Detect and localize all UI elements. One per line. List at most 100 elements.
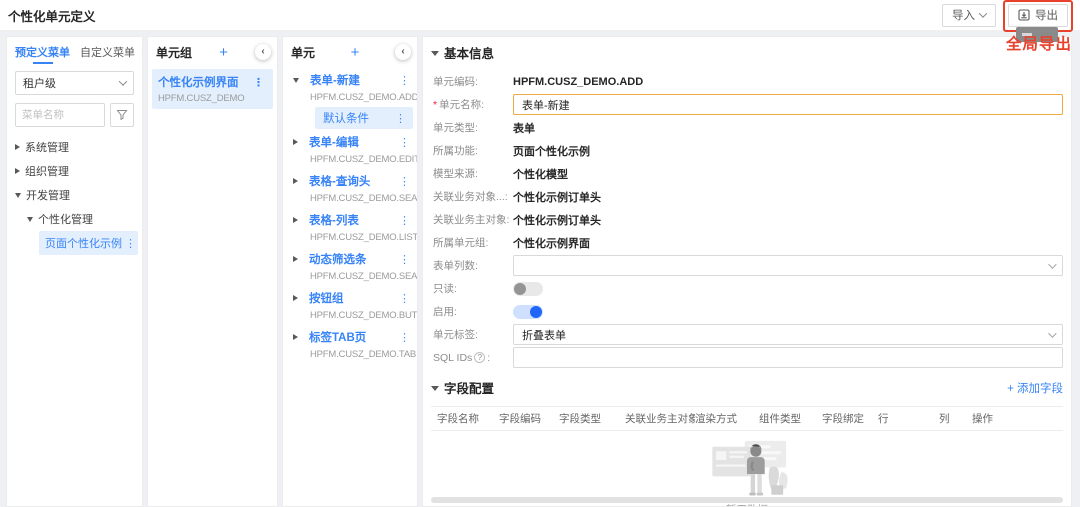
field-label: 单元类型: (433, 120, 513, 135)
tree-item-label: 个性化管理 (38, 211, 93, 227)
tree-item[interactable]: 开发管理 (7, 183, 142, 207)
collapse-panel-icon[interactable]: ‹ (395, 44, 411, 60)
field-config-title: 字段配置 (444, 378, 494, 397)
collapse-panel-icon[interactable]: ‹ (255, 44, 271, 60)
caret-right-icon (293, 217, 298, 223)
unit-item-row[interactable]: 动态筛选条 ⋮ (283, 248, 417, 270)
tab-custom-menu[interactable]: 自定义菜单 (80, 38, 135, 66)
more-icon[interactable]: ⋮ (396, 74, 413, 87)
caret-right-icon (15, 168, 20, 174)
column-header: 渲染方式 (695, 411, 759, 426)
add-unit-button[interactable]: + (351, 45, 360, 60)
field-label: 模型来源: (433, 166, 513, 181)
unit-item-name: 表单-新建 (310, 72, 360, 88)
more-icon[interactable]: ⋮ (396, 136, 413, 149)
unit-item-row[interactable]: 表单-编辑⋮ (283, 131, 417, 153)
unit-item-row[interactable]: 表格-查询头⋮ (283, 170, 417, 192)
horizontal-scrollbar[interactable] (431, 497, 1063, 503)
unit-item-row[interactable]: 标签TAB页⋮ (283, 326, 417, 348)
tenant-level-select[interactable]: 租户级 (15, 71, 134, 95)
unit-group-list: 个性化示例界面⋮HPFM.CUSZ_DEMO (148, 69, 277, 109)
tree-item[interactable]: 系统管理 (7, 135, 142, 159)
add-unit-group-button[interactable]: + (219, 45, 228, 60)
toggle-knob (514, 283, 526, 295)
unit-item-row[interactable]: 按钮组⋮ (283, 287, 417, 309)
chevron-down-icon (1048, 260, 1056, 268)
import-button[interactable]: 导入 (942, 4, 996, 27)
unit-item-row[interactable]: 表格-列表⋮ (283, 209, 417, 231)
header-actions: 导入 导出 (942, 4, 1072, 27)
filter-button[interactable] (110, 103, 134, 127)
unit-group-panel: 单元组 + ‹ 个性化示例界面⋮HPFM.CUSZ_DEMO (147, 36, 278, 507)
unit-item-name: 动态筛选条 (309, 251, 367, 267)
unit-item: 表格-列表⋮HPFM.CUSZ_DEMO.LIST (283, 209, 417, 246)
tree-item[interactable]: 组织管理 (7, 159, 142, 183)
form-row-readonly: 只读: (433, 278, 1063, 299)
unit-item-row[interactable]: 表单-新建 ⋮ (283, 69, 417, 91)
form-row-form-columns: 表单列数: (433, 255, 1063, 276)
unit-name-input[interactable]: 表单-新建 (513, 94, 1063, 115)
tree-item-label: 组织管理 (25, 163, 69, 179)
more-icon[interactable]: ⋮ (396, 214, 413, 227)
unit-type-value: 表单 (513, 120, 535, 136)
add-field-button[interactable]: + 添加字段 (1007, 380, 1063, 396)
menu-tree: 系统管理组织管理开发管理个性化管理页面个性化示例⋮ (7, 135, 142, 255)
caret-right-icon (293, 334, 298, 340)
topbar: 个性化单元定义 导入 导出 (0, 0, 1080, 31)
column-header: 字段类型 (559, 411, 625, 426)
unit-item: 表单-编辑⋮HPFM.CUSZ_DEMO.EDIT (283, 131, 417, 168)
field-config-section-header[interactable]: 字段配置 + 添加字段 (431, 378, 1063, 397)
readonly-toggle[interactable] (513, 282, 543, 296)
unit-item-code: HPFM.CUSZ_DEMO.SEARCH (283, 192, 417, 207)
form-row-unit-tag: 单元标签:折叠表单 (433, 324, 1063, 345)
field-label: *单元名称: (433, 97, 513, 112)
more-icon[interactable]: ⋮ (122, 237, 138, 250)
unit-child-item[interactable]: 默认条件⋮ (315, 107, 413, 129)
unit-group-title: 单元组 (156, 44, 192, 61)
basic-info-title: 基本信息 (444, 43, 494, 62)
field-label: 启用: (433, 304, 513, 319)
related-business-main-object-value: 个性化示例订单头 (513, 212, 601, 228)
sql-ids-input[interactable] (513, 347, 1063, 368)
empty-illustration (683, 435, 811, 497)
unit-code-value: HPFM.CUSZ_DEMO.ADD (513, 76, 643, 88)
unit-group-item[interactable]: 个性化示例界面⋮HPFM.CUSZ_DEMO (152, 69, 273, 109)
unit-item-code: HPFM.CUSZ_DEMO.SEAR... (283, 270, 417, 285)
import-button-label: 导入 (952, 7, 975, 23)
form-row-related-business-object: 关联业务对象...:个性化示例订单头 (433, 186, 1063, 207)
menu-search-row (15, 103, 134, 127)
tree-item-label: 系统管理 (25, 139, 69, 155)
unit-item-code: HPFM.CUSZ_DEMO.BUTT... (283, 309, 417, 324)
export-button[interactable]: 导出 (1008, 4, 1068, 27)
tree-item[interactable]: 个性化管理 (7, 207, 142, 231)
tab-predefined-menu[interactable]: 预定义菜单 (15, 38, 70, 66)
menu-search-input[interactable] (15, 103, 105, 127)
export-button-label: 导出 (1035, 7, 1058, 23)
form-columns-select[interactable] (513, 255, 1063, 276)
more-icon[interactable]: ⋮ (396, 253, 413, 266)
unit-item-code: HPFM.CUSZ_DEMO.EDIT (283, 153, 417, 168)
tree-item[interactable]: 页面个性化示例⋮ (39, 231, 138, 255)
more-icon[interactable]: ⋮ (396, 331, 413, 344)
enabled-toggle[interactable] (513, 305, 543, 319)
tenant-level-value: 租户级 (23, 75, 56, 91)
caret-down-icon (431, 386, 439, 391)
more-icon[interactable]: ⋮ (392, 112, 409, 125)
more-icon[interactable]: ⋮ (396, 292, 413, 305)
basic-info-section-header[interactable]: 基本信息 (431, 43, 1063, 62)
unit-item: 按钮组⋮HPFM.CUSZ_DEMO.BUTT... (283, 287, 417, 324)
unit-tag-select[interactable]: 折叠表单 (513, 324, 1063, 345)
column-header: 列 (939, 411, 972, 426)
basic-info-form: 单元编码:HPFM.CUSZ_DEMO.ADD*单元名称:表单-新建单元类型:表… (433, 71, 1063, 368)
unit-group-header: 单元组 + ‹ (148, 37, 277, 67)
unit-item-code: HPFM.CUSZ_DEMO.LIST (283, 231, 417, 246)
more-icon[interactable]: ⋮ (250, 76, 267, 89)
form-row-unit-code: 单元编码:HPFM.CUSZ_DEMO.ADD (433, 71, 1063, 92)
help-icon: ? (474, 352, 485, 363)
empty-state: 暂无数据 (431, 431, 1063, 507)
required-asterisk: * (433, 99, 437, 111)
field-label: 只读: (433, 281, 513, 296)
more-icon[interactable]: ⋮ (396, 175, 413, 188)
form-row-unit-name: *单元名称:表单-新建 (433, 94, 1063, 115)
menu-tabs: 预定义菜单 自定义菜单 ‹ (7, 37, 142, 67)
